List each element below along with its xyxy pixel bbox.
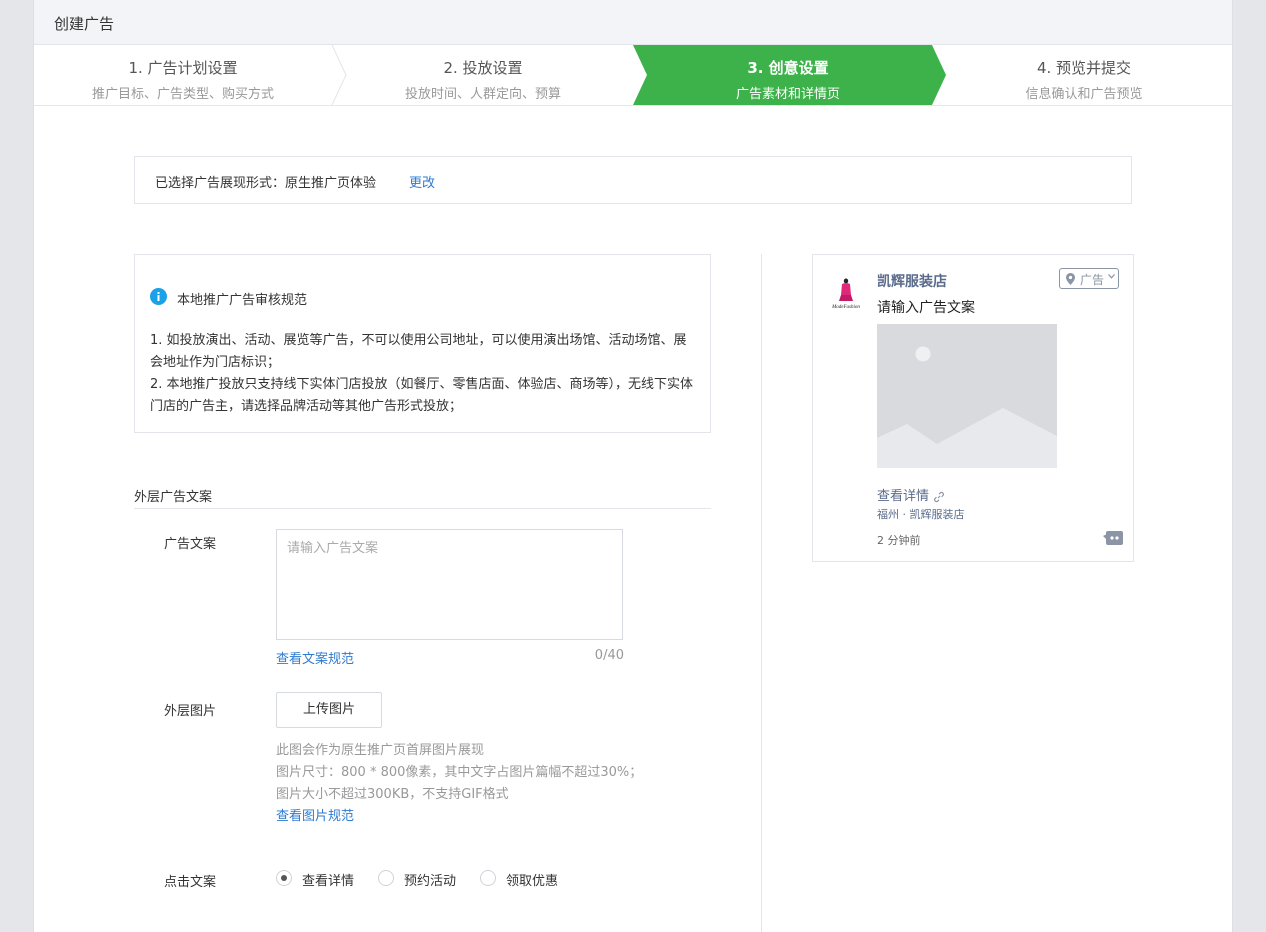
panel-header: 创建广告 <box>34 0 1232 45</box>
step-navigation: 1. 广告计划设置 推广目标、广告类型、购买方式 2. 投放设置 投放时间、人群… <box>34 45 1232 106</box>
notice-title: 本地推广广告审核规范 <box>177 293 308 308</box>
step-2-title: 2. 投放设置 <box>443 59 523 77</box>
preview-detail-label: 查看详情 <box>877 489 930 504</box>
ad-copy-label: 广告文案 <box>164 537 217 552</box>
comment-icon <box>1103 531 1123 545</box>
notice-body: 1. 如投放演出、活动、展览等广告，不可以使用公司地址，可以使用演出场馆、活动场… <box>150 330 695 418</box>
notice-rule-1: 1. 如投放演出、活动、展览等广告，不可以使用公司地址，可以使用演出场馆、活动场… <box>150 333 687 370</box>
create-ad-panel: 创建广告 1. 广告计划设置 推广目标、广告类型、购买方式 2. 投放设置 投放… <box>34 0 1232 932</box>
step-4[interactable]: 4. 预览并提交 信息确认和广告预览 <box>936 45 1232 105</box>
info-icon <box>150 288 167 305</box>
image-hint-2: 图片尺寸：800 * 800像素，其中文字占图片篇幅不超过30%； <box>276 765 643 780</box>
radio-label-get-coupon: 领取优惠 <box>506 874 559 889</box>
step-4-subtitle: 信息确认和广告预览 <box>1025 87 1143 102</box>
column-divider <box>761 254 762 932</box>
change-format-link[interactable]: 更改 <box>409 172 435 191</box>
radio-circle-checked <box>276 870 292 886</box>
step-3-title: 3. 创意设置 <box>747 59 829 77</box>
chevron-down-icon <box>1108 274 1115 279</box>
step-3[interactable]: 3. 创意设置 广告素材和详情页 <box>638 45 938 105</box>
preview-time: 2 分钟前 <box>877 534 921 547</box>
outer-image-label: 外层图片 <box>164 704 217 719</box>
section-title: 外层广告文案 <box>134 490 213 505</box>
copy-char-counter: 0/40 <box>594 648 624 663</box>
selected-format-label: 已选择广告展现形式：原生推广页体验 <box>155 176 377 191</box>
store-name[interactable]: 凯辉服装店 <box>877 271 947 291</box>
step-3-subtitle: 广告素材和详情页 <box>735 87 840 102</box>
image-hints: 此图会作为原生推广页首屏图片展现 图片尺寸：800 * 800像素，其中文字占图… <box>276 740 642 828</box>
step-2-subtitle: 投放时间、人群定向、预算 <box>404 87 561 102</box>
ad-tag-label: 广告 <box>1080 273 1105 287</box>
ad-tag-dropdown[interactable]: 广告 <box>1059 268 1119 289</box>
image-hint-3: 图片大小不超过300KB，不支持GIF格式 <box>276 787 509 802</box>
avatar-logo-text: ModeFashion <box>831 305 860 310</box>
radio-label-view-details: 查看详情 <box>302 874 355 889</box>
upload-image-button[interactable]: 上传图片 <box>276 692 382 728</box>
page-title: 创建广告 <box>54 15 115 33</box>
step-4-title: 4. 预览并提交 <box>1036 59 1132 77</box>
image-rule-link[interactable]: 查看图片规范 <box>276 806 642 828</box>
step-1-subtitle: 推广目标、广告类型、购买方式 <box>91 87 274 102</box>
preview-location: 福州 · 凯辉服装店 <box>877 508 965 521</box>
ad-copy-placeholder: 请输入广告文案 <box>287 541 379 556</box>
step-2[interactable]: 2. 投放设置 投放时间、人群定向、预算 <box>334 45 632 105</box>
step-1-title: 1. 广告计划设置 <box>128 59 238 77</box>
ad-preview-card: ModeFashion 凯辉服装店 广告 请输入广告文案 查看详情 福州 · 凯… <box>812 254 1134 562</box>
image-hint-1: 此图会作为原生推广页首屏图片展现 <box>276 743 485 758</box>
location-pin-icon <box>1066 273 1075 285</box>
link-icon <box>933 491 945 502</box>
preview-detail-link[interactable]: 查看详情 <box>877 485 945 504</box>
step-1[interactable]: 1. 广告计划设置 推广目标、广告类型、购买方式 <box>34 45 332 105</box>
copy-rule-link[interactable]: 查看文案规范 <box>276 648 354 667</box>
radio-circle <box>378 870 394 886</box>
section-divider <box>134 508 711 509</box>
radio-circle <box>480 870 496 886</box>
click-copy-label: 点击文案 <box>164 875 217 890</box>
store-avatar: ModeFashion <box>829 273 863 313</box>
image-placeholder-icon <box>877 324 1057 468</box>
ad-copy-textarea[interactable]: 请输入广告文案 <box>276 529 623 640</box>
radio-label-book-event: 预约活动 <box>404 874 457 889</box>
preview-ad-copy: 请输入广告文案 <box>877 300 975 316</box>
notice-rule-2: 2. 本地推广投放只支持线下实体门店投放（如餐厅、零售店面、体验店、商场等），无… <box>150 377 694 414</box>
selected-format-box: 已选择广告展现形式：原生推广页体验 更改 <box>134 156 1132 204</box>
review-notice: 本地推广广告审核规范 1. 如投放演出、活动、展览等广告，不可以使用公司地址，可… <box>134 254 711 433</box>
